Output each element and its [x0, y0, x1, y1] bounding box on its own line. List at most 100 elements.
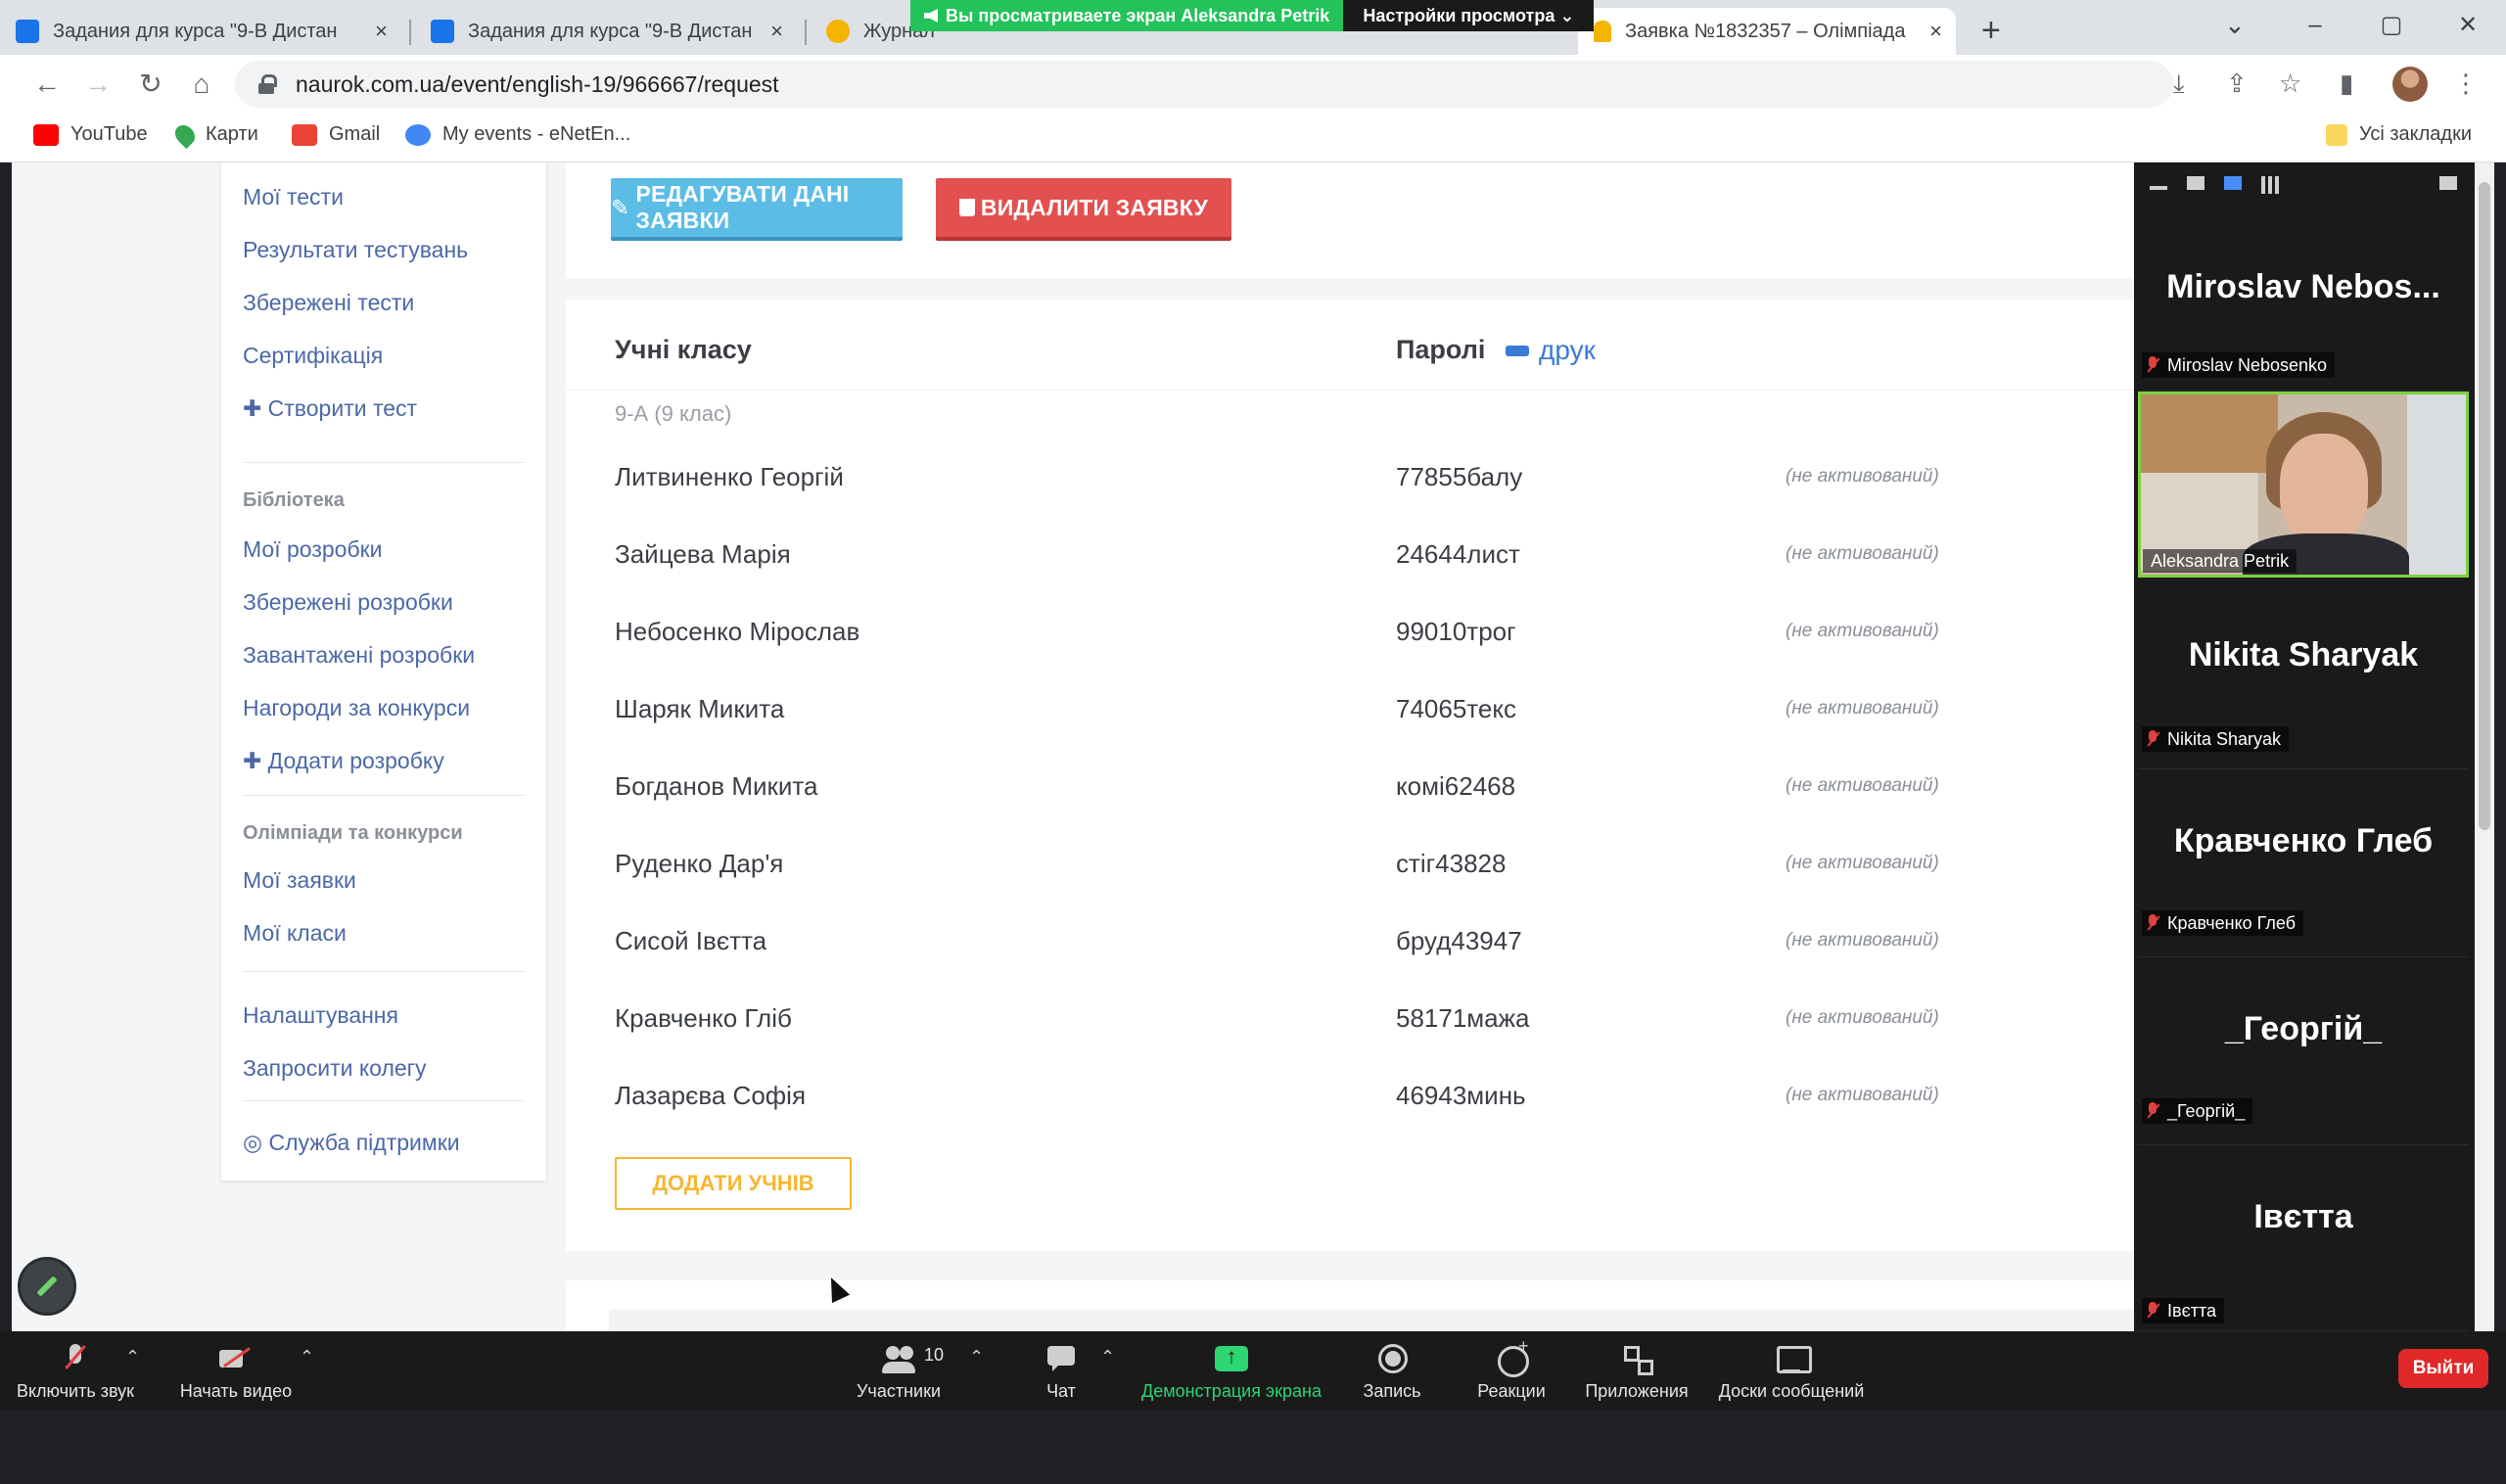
student-row: Сисой Івєтта бруд43947 (не активований): [566, 926, 2134, 985]
whiteboards-button[interactable]: Доски сообщений: [1713, 1331, 1870, 1410]
sidebar-divider: [243, 795, 525, 796]
minimize-icon[interactable]: –: [2277, 0, 2353, 55]
participants-caret-icon[interactable]: ⌃: [969, 1347, 984, 1368]
participant-label-text: Nikita Sharyak: [2167, 729, 2282, 749]
chat-caret-icon[interactable]: ⌃: [1100, 1347, 1115, 1368]
close-tab-icon[interactable]: ×: [1929, 19, 1942, 44]
browser-menu-icon[interactable]: ⋮: [2453, 69, 2479, 99]
pencil-icon: ✎: [611, 194, 630, 220]
audio-options-caret-icon[interactable]: ⌃: [125, 1347, 140, 1368]
delete-request-button[interactable]: ВИДАЛИТИ ЗАЯВКУ: [936, 178, 1231, 241]
participant-tile[interactable]: Івєтта Івєтта: [2138, 1145, 2469, 1331]
browser-tab[interactable]: Задания для курса "9-В Дистан ×: [415, 8, 797, 55]
participant-tile[interactable]: _Георгій_ _Георгій_: [2138, 957, 2469, 1145]
sidebar-link[interactable]: ✚ Додати розробку: [243, 748, 444, 774]
maximize-icon[interactable]: ▢: [2353, 0, 2430, 55]
participant-label-text: Кравченко Глеб: [2167, 913, 2297, 933]
sidebar-link[interactable]: Налаштування: [243, 1002, 398, 1029]
bookmark-my-events[interactable]: My events - eNetEn...: [405, 123, 630, 146]
participants-button[interactable]: Участники: [852, 1331, 946, 1410]
home-icon[interactable]: ⌂: [182, 65, 221, 104]
participant-video-tile[interactable]: Aleksandra Petrik: [2138, 392, 2469, 578]
close-window-icon[interactable]: ✕: [2430, 0, 2506, 55]
student-name: Лазарєва Софія: [615, 1081, 807, 1110]
sidebar-label: Олімпіади та конкурси: [243, 822, 463, 844]
participant-tile[interactable]: Miroslav Nebos... Miroslav Nebosenko: [2138, 206, 2469, 392]
browser-tab-active[interactable]: Заявка №1832357 – Олімпіада ×: [1578, 8, 1956, 55]
sidebar-link[interactable]: Мої тести: [243, 184, 344, 210]
sidebar-link[interactable]: Мої розробки: [243, 536, 383, 563]
close-tab-icon[interactable]: ×: [770, 19, 783, 44]
single-view-icon[interactable]: [2187, 176, 2204, 190]
bookmark-star-icon[interactable]: ☆: [2279, 69, 2301, 99]
sidebar-link[interactable]: Запросити колегу: [243, 1055, 427, 1082]
start-video-button[interactable]: Начать видео: [174, 1331, 298, 1410]
sidebar-link[interactable]: Збережені розробки: [243, 589, 453, 616]
bookmark-youtube[interactable]: YouTube: [33, 123, 148, 146]
share-screen-button[interactable]: Демонстрация экрана: [1136, 1331, 1327, 1410]
participant-tile[interactable]: Кравченко Глеб Кравченко Глеб: [2138, 769, 2469, 957]
add-students-button[interactable]: ДОДАТИ УЧНІВ: [615, 1157, 852, 1210]
activation-status: (не активований): [1786, 543, 1939, 564]
apps-label: Приложения: [1585, 1381, 1689, 1401]
speaker-icon: [924, 9, 938, 23]
browser-tab[interactable]: Задания для курса "9-В Дистан ×: [0, 8, 401, 55]
bookmark-maps[interactable]: Карти: [170, 120, 258, 149]
profile-avatar[interactable]: [2392, 67, 2428, 102]
leave-meeting-button[interactable]: Выйти: [2398, 1349, 2488, 1388]
sidebar-link[interactable]: Збережені тести: [243, 290, 414, 316]
activation-status: (не активований): [1786, 775, 1939, 796]
participant-label-text: Miroslav Nebosenko: [2167, 355, 2328, 375]
back-arrow-icon[interactable]: ←: [27, 65, 67, 104]
student-name: Руденко Дар'я: [615, 849, 784, 878]
record-button[interactable]: Запись: [1361, 1331, 1423, 1410]
sidebar-link[interactable]: Мої заявки: [243, 867, 356, 894]
video-options-caret-icon[interactable]: ⌃: [300, 1347, 314, 1368]
window-controls: – ▢ ✕: [2277, 0, 2506, 55]
scrollbar-thumb[interactable]: [2479, 182, 2490, 830]
sidebar-link[interactable]: Сертифікація: [243, 343, 383, 369]
side-panel-icon[interactable]: ▮: [2340, 69, 2353, 99]
participant-display-name: Кравченко Глеб: [2173, 822, 2434, 859]
view-settings-button[interactable]: Настройки просмотра ⌄: [1343, 0, 1595, 31]
close-tab-icon[interactable]: ×: [375, 19, 388, 44]
sidebar-link[interactable]: Результати тестувань: [243, 237, 468, 263]
sidebar-label: Налаштування: [243, 1002, 398, 1028]
reactions-button[interactable]: Реакции: [1474, 1331, 1549, 1410]
print-link[interactable]: друк: [1506, 335, 1596, 367]
minimize-gallery-icon[interactable]: [2150, 186, 2167, 190]
install-app-icon[interactable]: ⤓: [2173, 69, 2185, 100]
chat-button[interactable]: Чат: [1032, 1331, 1091, 1410]
page-scrollbar[interactable]: [2475, 162, 2494, 1331]
all-bookmarks[interactable]: Усі закладки: [2326, 123, 2472, 146]
sidebar-label: Збережені тести: [243, 290, 415, 315]
forward-arrow-icon[interactable]: →: [78, 65, 117, 104]
tab-search-chevron-icon[interactable]: ⌄: [2224, 10, 2246, 40]
new-tab-plus-icon[interactable]: +: [1981, 12, 2001, 50]
sidebar-link[interactable]: Завантажені розробки: [243, 642, 475, 669]
participant-tile[interactable]: Nikita Sharyak Nikita Sharyak: [2138, 581, 2469, 769]
grid-view-icon[interactable]: [2261, 176, 2279, 194]
popout-gallery-icon[interactable]: [2439, 176, 2457, 190]
edit-request-button[interactable]: ✎ РЕДАГУВАТИ ДАНІ ЗАЯВКИ: [611, 178, 903, 241]
whiteboard-icon: [1775, 1344, 1812, 1373]
pen-icon: [36, 1275, 58, 1297]
bookmark-gmail[interactable]: Gmail: [292, 123, 380, 146]
sidebar-link[interactable]: ✚ Створити тест: [243, 395, 417, 422]
sidebar-link[interactable]: Мої класи: [243, 920, 347, 947]
reload-icon[interactable]: ↻: [131, 65, 170, 104]
strip-view-icon[interactable]: [2224, 176, 2242, 190]
sidebar-link[interactable]: Нагороди за конкурси: [243, 695, 470, 721]
zoom-meeting-toolbar: Включить звук ⌃ Начать видео ⌃ Участники…: [0, 1331, 2506, 1410]
sidebar-label: Нагороди за конкурси: [243, 695, 471, 720]
chat-label: Чат: [1046, 1381, 1076, 1401]
share-page-icon[interactable]: ⇪: [2226, 69, 2248, 99]
sidebar-label: Мої класи: [243, 920, 347, 946]
sidebar-section-heading: Олімпіади та конкурси: [243, 822, 463, 845]
apps-button[interactable]: Приложения: [1580, 1331, 1694, 1410]
address-bar[interactable]: naurok.com.ua/event/english-19/966667/re…: [235, 61, 2173, 108]
sidebar-link[interactable]: ◎ Служба підтримки: [243, 1130, 460, 1156]
sidebar-label: Мої розробки: [243, 536, 383, 562]
annotate-pen-button[interactable]: [18, 1257, 76, 1316]
unmute-button[interactable]: Включить звук: [14, 1331, 137, 1410]
